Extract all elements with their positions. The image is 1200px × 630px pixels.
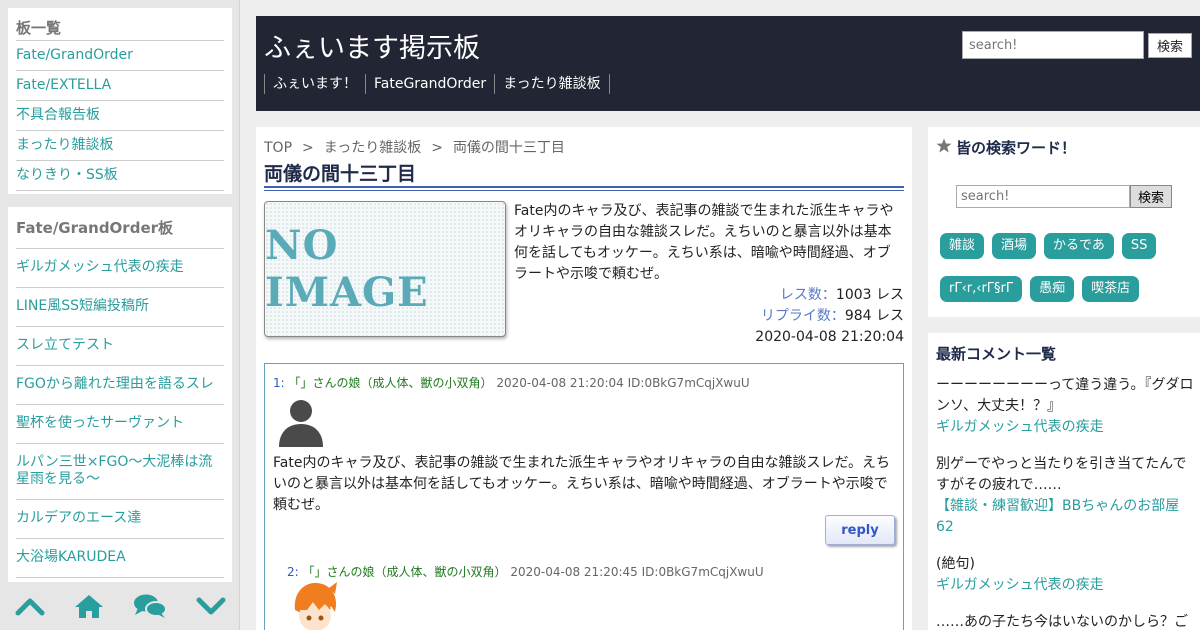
sidebar-search-button[interactable]: 検索 <box>1130 185 1172 208</box>
chevron-down-icon[interactable] <box>196 596 226 616</box>
breadcrumb-separator: > <box>302 140 314 156</box>
breadcrumb: TOP > まったり雑談板 > 両儀の間十三丁目 <box>264 137 565 157</box>
reply-count-value: 984 レス <box>844 308 904 324</box>
thread-stats: レス数：1003 レス リプライ数：984 レス 2020-04-08 21:2… <box>755 285 904 348</box>
comment-body: Fate内のキャラ及び、表記事の雑談で生まれた派生キャラやオリキャラの自由な雑談… <box>273 455 891 513</box>
breadcrumb-current: 両儀の間十三丁目 <box>452 140 565 156</box>
thread-link[interactable]: 大浴場KARUDEA <box>16 539 224 578</box>
thread-description: Fate内のキャラ及び、表記事の雑談で生まれた派生キャラやオリキャラの自由な雑談… <box>514 203 894 282</box>
site-header: ふぇいます掲示板 ふぇいます！ FateGrandOrder まったり雑談板 検… <box>256 16 1200 111</box>
comment-meta: 2020-04-08 21:20:04 ID:0BkG7mCqjXwuU <box>496 376 750 390</box>
no-image-text: NO IMAGE <box>265 222 429 316</box>
reply-count-label: リプライ数： <box>760 308 845 324</box>
top-nav-link[interactable]: まったり雑談板 <box>494 74 610 94</box>
search-words-panel: 皆の検索ワード！ 検索 雑談 酒場 かるであ SS rΓ‹r‚‹rΓ§rΓ 愚痴… <box>928 127 1200 317</box>
search-tag[interactable]: 愚痴 <box>1030 276 1075 302</box>
recent-comment-text: (絶句) <box>936 556 975 572</box>
character-avatar-icon <box>287 580 343 630</box>
thread-date: 2020-04-08 21:20:04 <box>755 329 904 345</box>
bottom-nav <box>0 582 240 630</box>
top-nav: ふぇいます！ FateGrandOrder まったり雑談板 <box>264 74 610 94</box>
thread-title: 両儀の間十三丁目 <box>264 163 417 185</box>
board-link[interactable]: なりきり・SS板 <box>16 161 224 191</box>
left-sidebar: 板一覧 Fate/GrandOrder Fate/EXTELLA 不具合報告板 … <box>0 0 240 630</box>
recent-comment: (絶句) ギルガメッシュ代表の疾走 <box>936 554 1196 596</box>
sidebar-search-input[interactable] <box>956 185 1130 208</box>
res-count-label: レス数： <box>779 287 836 303</box>
header-search-input[interactable] <box>962 31 1144 59</box>
recent-comment: ……あの子たち今はいないのかしら？ご <box>936 612 1196 630</box>
recent-comment-thread-link[interactable]: 【雑談・練習歓迎】BBちゃんのお部屋62 <box>936 496 1196 538</box>
board-link[interactable]: Fate/EXTELLA <box>16 71 224 101</box>
recent-comments-list: ーーーーーーーーって違う違う。『グダロンソ、大丈夫！？』 ギルガメッシュ代表の疾… <box>936 375 1196 630</box>
recent-comment: 別ゲーでやっと当たりを引き当てたんですがその疲れで…… 【雑談・練習歓迎】BBち… <box>936 454 1196 538</box>
thread-thumbnail: NO IMAGE <box>264 201 506 337</box>
search-tag[interactable]: SS <box>1121 233 1157 259</box>
comment-author: 「」さんの娘（成人体、獣の小双角） <box>288 376 493 390</box>
board-link[interactable]: Fate/GrandOrder <box>16 41 224 71</box>
thread-link[interactable]: 聖杯を使ったサーヴァント <box>16 405 224 444</box>
board-link[interactable]: まったり雑談板 <box>16 131 224 161</box>
breadcrumb-board[interactable]: まったり雑談板 <box>324 140 421 156</box>
board-list-title: 板一覧 <box>16 8 224 41</box>
thread-link[interactable]: FGOから離れた理由を語るスレ <box>16 366 224 405</box>
res-count-value: 1003 レス <box>835 287 904 303</box>
comment-number[interactable]: 1: <box>273 376 285 390</box>
comment-list: 1: 「」さんの娘（成人体、獣の小双角） 2020-04-08 21:20:04… <box>264 363 904 630</box>
breadcrumb-top[interactable]: TOP <box>264 140 292 156</box>
thread-link[interactable]: ギルガメッシュ代表の疾走 <box>16 249 224 288</box>
recent-comments-title: 最新コメント一覧 <box>936 345 1057 363</box>
search-words-label: 皆の検索ワード！ <box>956 139 1077 157</box>
thread-link[interactable]: ルパン三世×FGO～大泥棒は流星雨を見る～ <box>16 444 224 500</box>
fgo-thread-panel: Fate/GrandOrder板 ギルガメッシュ代表の疾走 LINE風SS短編投… <box>8 207 232 582</box>
default-avatar-icon <box>273 391 329 447</box>
site-title[interactable]: ふぇいます掲示板 <box>264 26 480 65</box>
search-tag[interactable]: かるであ <box>1044 233 1114 259</box>
star-icon <box>936 138 952 157</box>
search-tag[interactable]: 雑談 <box>940 233 985 259</box>
header-search-button[interactable]: 検索 <box>1148 33 1192 58</box>
main-content: TOP > まったり雑談板 > 両儀の間十三丁目 両儀の間十三丁目 NO IMAGE F… <box>256 127 912 630</box>
comment-author: 「」さんの娘（成人体、獣の小双角） <box>302 565 507 579</box>
recent-comment-thread-link[interactable]: ギルガメッシュ代表の疾走 <box>936 417 1196 438</box>
thread-link[interactable]: スレ立てテスト <box>16 327 224 366</box>
home-icon[interactable] <box>74 593 104 619</box>
search-tags: 雑談 酒場 かるであ SS rΓ‹r‚‹rΓ§rΓ 愚痴 喫茶店 <box>940 233 1192 302</box>
recent-comment-text: ーーーーーーーーって違う違う。『グダロンソ、大丈夫！？』 <box>936 377 1194 414</box>
breadcrumb-separator: > <box>431 140 443 156</box>
recent-comment-thread-link[interactable]: ギルガメッシュ代表の疾走 <box>936 575 1196 596</box>
comment-meta: 2020-04-08 21:20:45 ID:0BkG7mCqjXwuU <box>510 565 764 579</box>
recent-comment-text: 別ゲーでやっと当たりを引き当てたんですがその疲れで…… <box>936 456 1187 493</box>
top-nav-link[interactable]: FateGrandOrder <box>365 74 494 94</box>
search-words-title: 皆の検索ワード！ <box>936 137 1076 158</box>
fgo-thread-title: Fate/GrandOrder板 <box>16 207 224 249</box>
title-divider <box>264 186 904 191</box>
comment-number[interactable]: 2: <box>287 565 299 579</box>
thread-link[interactable]: LINE風SS短編投稿所 <box>16 288 224 327</box>
comment-header: 1: 「」さんの娘（成人体、獣の小双角） 2020-04-08 21:20:04… <box>273 374 750 391</box>
chevron-up-icon[interactable] <box>15 596 45 616</box>
board-link[interactable]: 不具合報告板 <box>16 101 224 131</box>
chat-icon[interactable] <box>133 593 167 619</box>
thread-link[interactable]: カルデアのエース達 <box>16 500 224 539</box>
search-tag[interactable]: 喫茶店 <box>1082 276 1140 302</box>
recent-comment: ーーーーーーーーって違う違う。『グダロンソ、大丈夫！？』 ギルガメッシュ代表の疾… <box>936 375 1196 438</box>
recent-comments-panel: 最新コメント一覧 ーーーーーーーーって違う違う。『グダロンソ、大丈夫！？』 ギル… <box>928 333 1200 630</box>
board-list-panel: 板一覧 Fate/GrandOrder Fate/EXTELLA 不具合報告板 … <box>8 8 232 194</box>
comment-header: 2: 「」さんの娘（成人体、獣の小双角） 2020-04-08 21:20:45… <box>287 563 764 580</box>
top-nav-link[interactable]: ふぇいます！ <box>264 74 365 94</box>
recent-comment-text: ……あの子たち今はいないのかしら？ご <box>936 614 1188 630</box>
search-tag[interactable]: 酒場 <box>992 233 1037 259</box>
search-tag[interactable]: rΓ‹r‚‹rΓ§rΓ <box>940 276 1023 302</box>
reply-button[interactable]: reply <box>825 515 895 545</box>
